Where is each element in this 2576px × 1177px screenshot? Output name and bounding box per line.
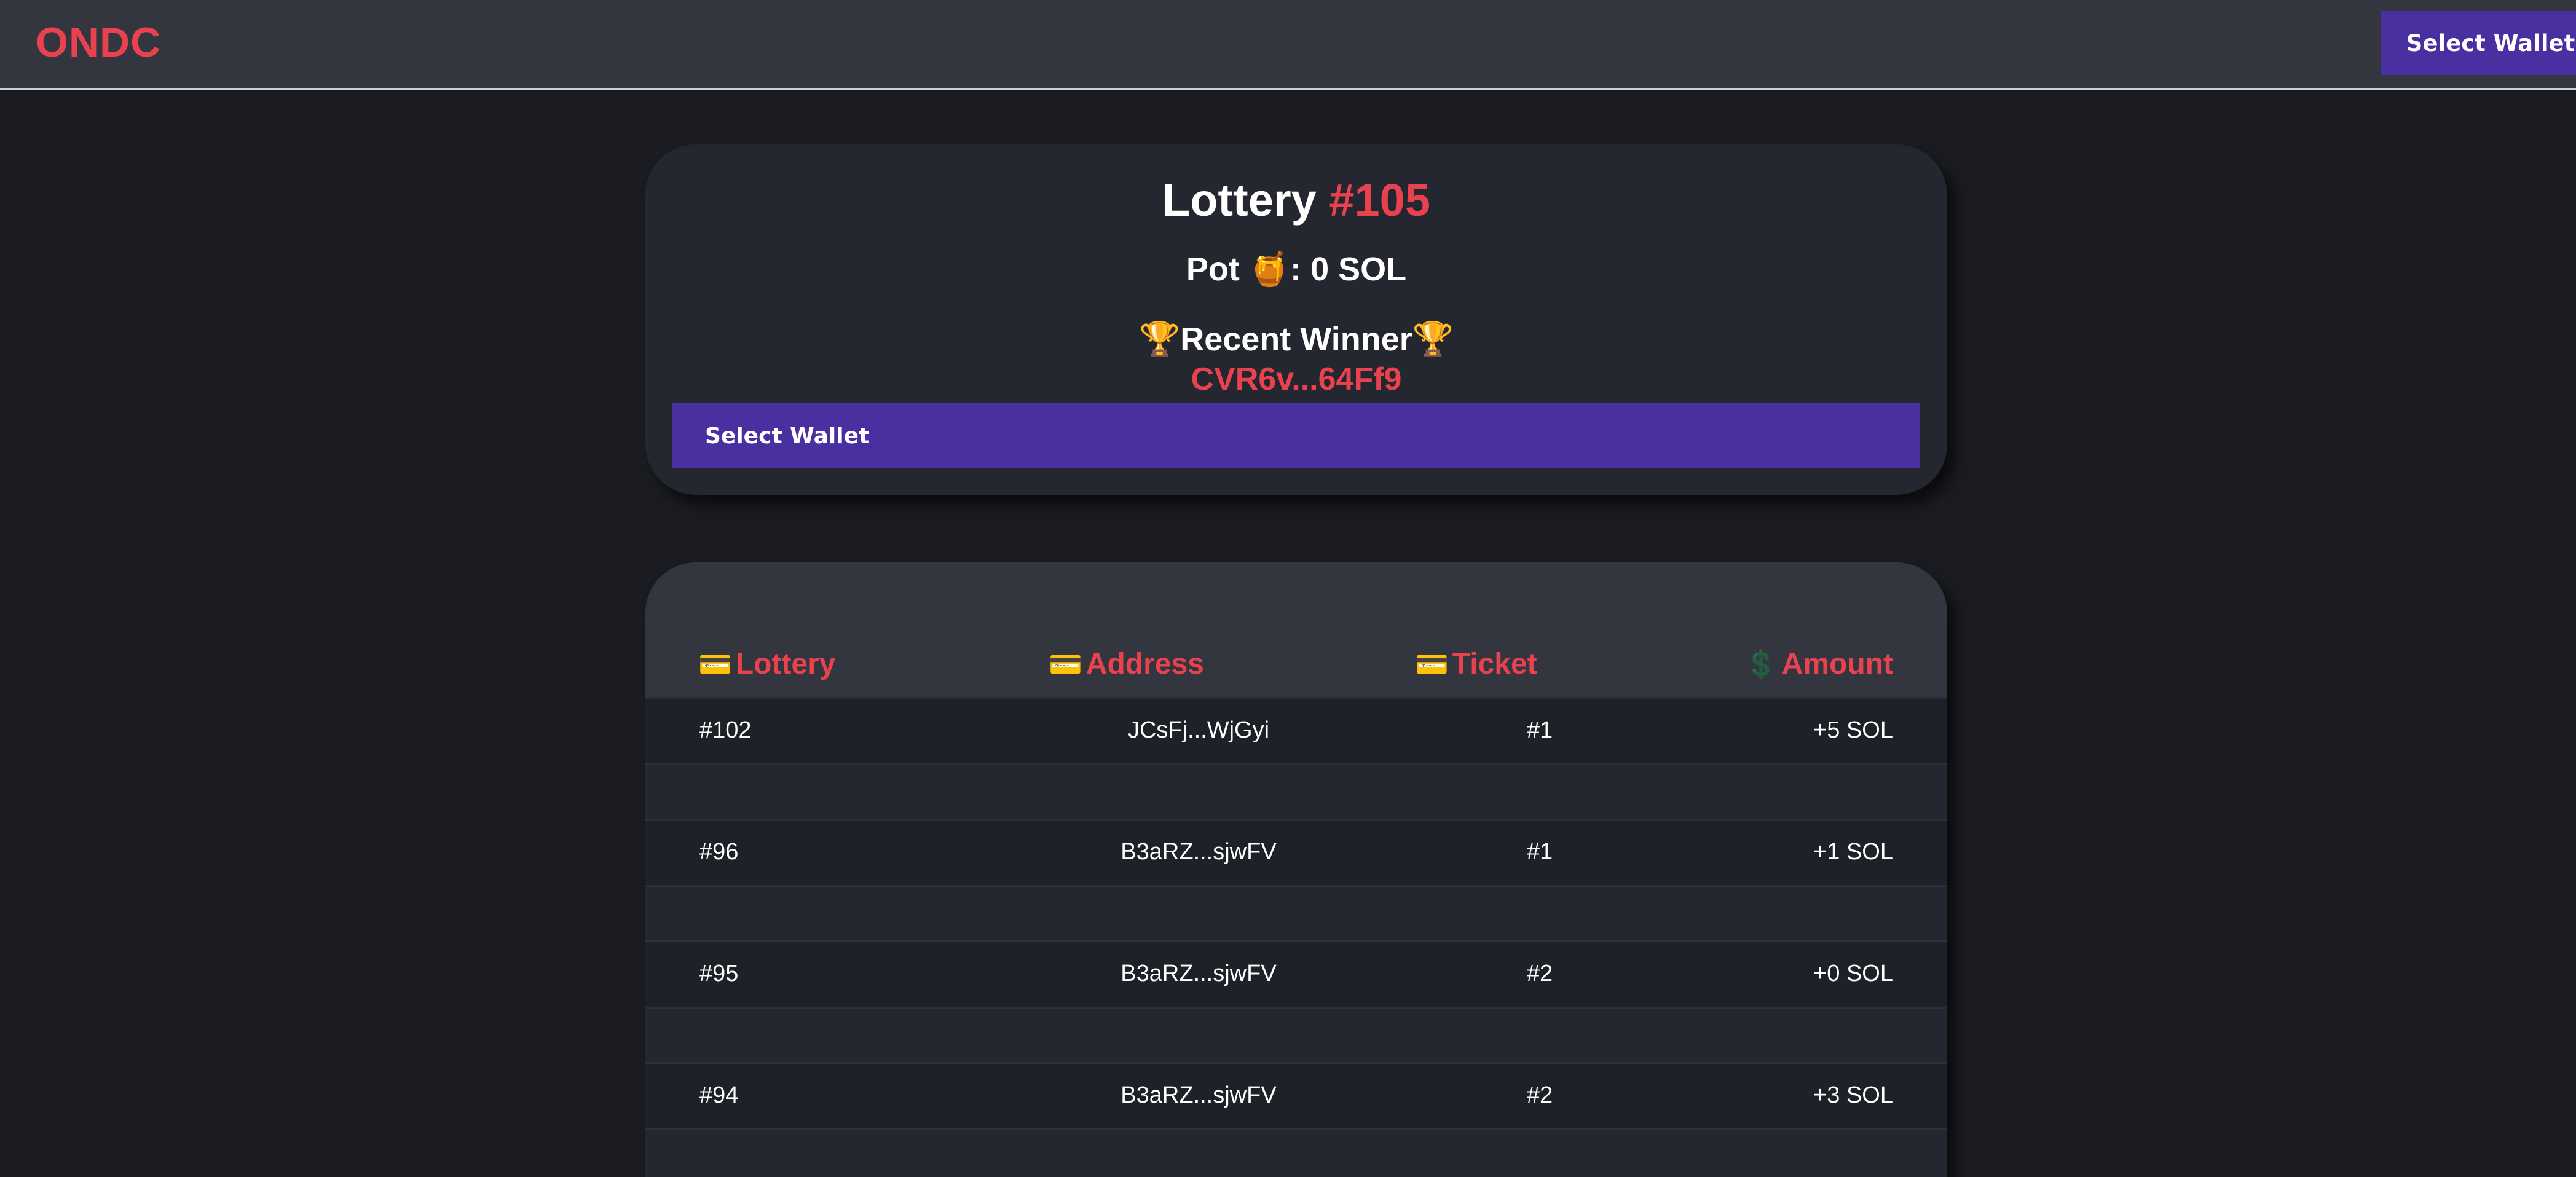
top-navbar: ONDC Select Wallet — [0, 0, 2576, 90]
row-spacer — [645, 1009, 1947, 1064]
cell-address: B3aRZ...sjwFV — [1121, 961, 1277, 986]
cell-address: JCsFj...WjGyi — [1127, 717, 1270, 743]
cell-ticket: #2 — [1526, 961, 1553, 986]
dollar-sign-icon: 💲 — [1744, 650, 1778, 680]
lottery-number: #105 — [1329, 175, 1430, 226]
cell-ticket: #2 — [1526, 1082, 1553, 1108]
cell-ticket: #1 — [1526, 717, 1553, 743]
recent-winner-heading: 🏆Recent Winner🏆 — [645, 320, 1947, 359]
trophy-icon: 🏆 — [1412, 321, 1454, 358]
credit-card-icon: 💳 — [698, 650, 732, 680]
cell-amount: +0 SOL — [1813, 961, 1893, 986]
lottery-card: Lottery #105 Pot 🍯: 0 SOL 🏆Recent Winner… — [645, 144, 1947, 495]
credit-card-icon: 💳 — [1415, 650, 1449, 680]
app-logo[interactable]: ONDC — [36, 18, 161, 66]
row-spacer — [645, 765, 1947, 821]
cell-amount: +1 SOL — [1813, 839, 1893, 865]
cell-address: B3aRZ...sjwFV — [1121, 839, 1277, 865]
lottery-title: Lottery #105 — [645, 174, 1947, 226]
table-row[interactable]: #94 B3aRZ...sjwFV #2 +3 SOL — [645, 1064, 1947, 1130]
cell-amount: +5 SOL — [1813, 717, 1893, 743]
pot-label: Pot — [1186, 251, 1249, 288]
row-spacer — [645, 1130, 1947, 1177]
table-row[interactable]: #102 JCsFj...WjGyi #1 +5 SOL — [645, 699, 1947, 765]
recent-winner-label: Recent Winner — [1180, 321, 1412, 358]
column-header-label: Ticket — [1452, 648, 1537, 680]
column-header-amount: 💲 Amount — [1744, 647, 1893, 681]
cell-lottery: #95 — [699, 961, 739, 986]
table-header: 💳 Lottery 💳 Address 💳 Ticket 💲 Amount — [645, 562, 1947, 699]
table-row[interactable]: #95 B3aRZ...sjwFV #2 +0 SOL — [645, 942, 1947, 1009]
lottery-title-prefix: Lottery — [1162, 175, 1329, 226]
row-spacer — [645, 887, 1947, 942]
pot-display: Pot 🍯: 0 SOL — [645, 250, 1947, 289]
column-header-lottery: 💳 Lottery — [698, 647, 835, 681]
lottery-history-table: 💳 Lottery 💳 Address 💳 Ticket 💲 Amount #102 J… — [645, 562, 1947, 1177]
column-header-ticket: 💳 Ticket — [1415, 647, 1537, 681]
column-header-label: Lottery — [735, 648, 836, 680]
cell-lottery: #94 — [699, 1082, 739, 1108]
cell-amount: +3 SOL — [1813, 1082, 1893, 1108]
credit-card-icon: 💳 — [1049, 650, 1082, 680]
table-row[interactable]: #96 B3aRZ...sjwFV #1 +1 SOL — [645, 821, 1947, 887]
column-header-label: Address — [1085, 648, 1204, 680]
cell-ticket: #1 — [1526, 839, 1553, 865]
cell-lottery: #102 — [699, 717, 752, 743]
recent-winner-address: CVR6v...64Ff9 — [1191, 361, 1402, 397]
column-header-label: Amount — [1781, 648, 1893, 680]
column-header-address: 💳 Address — [1049, 647, 1204, 681]
trophy-icon: 🏆 — [1138, 321, 1181, 358]
card-select-wallet-button[interactable]: Select Wallet — [672, 403, 1920, 468]
honey-pot-icon: 🍯 — [1248, 251, 1291, 288]
header-select-wallet-button[interactable]: Select Wallet — [2381, 11, 2576, 75]
pot-value: : 0 SOL — [1290, 251, 1407, 288]
cell-address: B3aRZ...sjwFV — [1121, 1082, 1277, 1108]
cell-lottery: #96 — [699, 839, 739, 865]
